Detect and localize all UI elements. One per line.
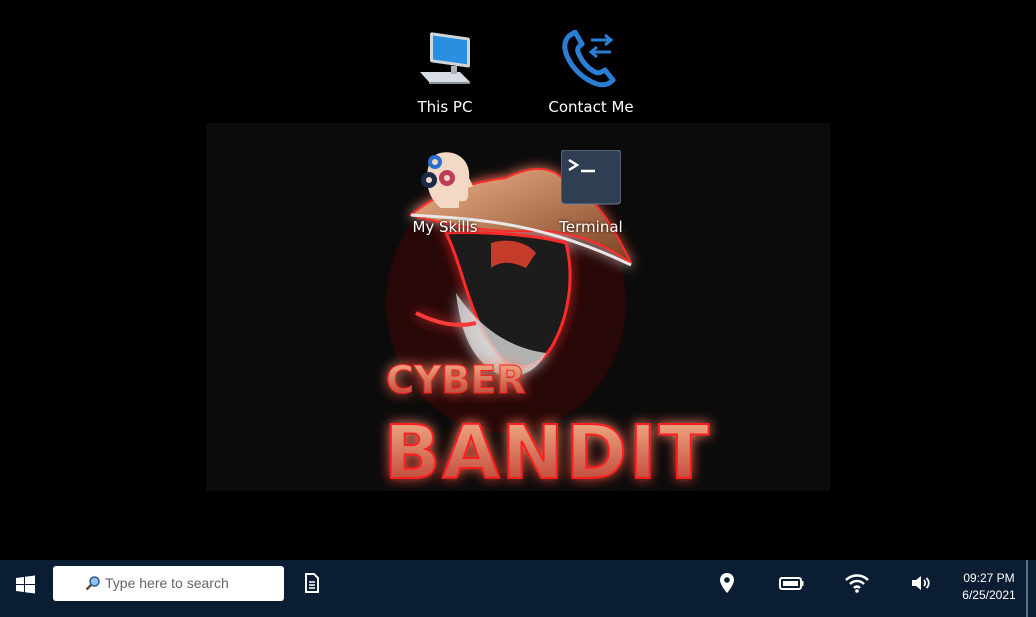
search-input[interactable] [105,573,275,593]
phone-icon [561,29,621,94]
windows-logo-icon [16,575,35,594]
wallpaper: CYBER BANDIT [206,123,830,491]
show-desktop-button[interactable] [1026,560,1028,617]
desktop-icon-my-skills[interactable]: My Skills [385,150,505,250]
desktop-icon-label: Terminal [559,218,623,236]
terminal-icon [560,149,622,214]
computer-icon [415,30,475,94]
clock-time: 09:27 PM [963,571,1015,585]
desktop-icon-label: This PC [417,98,473,116]
wifi-icon[interactable] [844,571,869,595]
search-box[interactable] [53,566,284,601]
taskbar: 09:27 PM 6/25/2021 [0,560,1036,617]
location-icon[interactable] [715,571,739,595]
logo-text-cyber: CYBER [386,358,526,402]
battery-icon[interactable] [779,571,804,595]
cyber-bandit-logo: CYBER BANDIT [383,167,711,491]
desktop-icon-contact-me[interactable]: Contact Me [531,29,651,130]
desktop: CYBER BANDIT This PC Contact Me My Skill… [0,0,1036,560]
skills-head-icon [415,150,475,214]
document-icon[interactable] [300,571,324,595]
desktop-icon-this-pc[interactable]: This PC [385,30,505,130]
clock[interactable]: 09:27 PM 6/25/2021 [950,570,1028,604]
desktop-icon-label: Contact Me [548,98,634,116]
desktop-icon-label: My Skills [412,218,478,236]
desktop-icon-terminal[interactable]: Terminal [531,149,651,250]
clock-date: 6/25/2021 [962,588,1016,602]
logo-text-bandit: BANDIT [384,410,711,491]
search-icon [85,576,100,591]
start-button[interactable] [14,573,38,597]
volume-icon[interactable] [909,571,933,595]
